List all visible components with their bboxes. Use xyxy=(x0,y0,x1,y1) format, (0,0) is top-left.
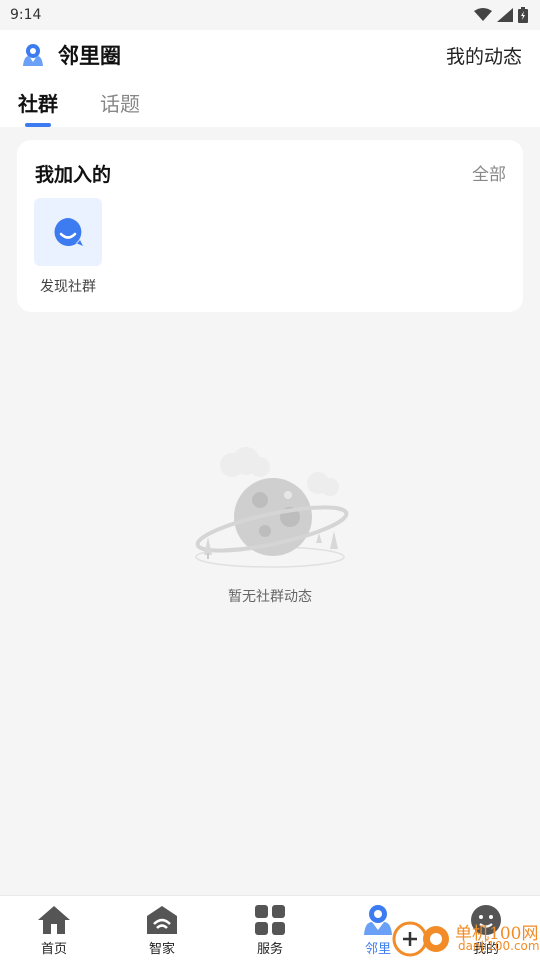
tab-topics[interactable]: 话题 xyxy=(100,88,140,117)
joined-groups-card: 我加入的 全部 发现社群 xyxy=(17,140,523,312)
discover-group-tile[interactable] xyxy=(34,198,102,266)
home-icon xyxy=(37,903,71,937)
planet-illustration xyxy=(195,447,349,568)
watermark: 单机100网 danji100.com xyxy=(390,915,540,960)
neighbor-logo-icon xyxy=(23,44,43,66)
nav-home[interactable]: 首页 xyxy=(0,896,108,960)
watermark-url: danji100.com xyxy=(458,939,540,953)
nav-services[interactable]: 服务 xyxy=(216,896,324,960)
empty-state-text: 暂无社群动态 xyxy=(228,589,312,605)
my-activity-link[interactable]: 我的动态 xyxy=(446,42,522,69)
nav-services-label: 服务 xyxy=(256,942,283,957)
battery-icon xyxy=(518,7,528,23)
nav-home-label: 首页 xyxy=(40,942,67,957)
watermark-logo-icon xyxy=(392,921,449,957)
page-title: 邻里圈 xyxy=(58,44,121,68)
nav-smart-home-label: 智家 xyxy=(148,942,175,957)
tab-bar-top: 社群 话题 xyxy=(18,88,140,117)
status-icons xyxy=(474,7,528,23)
discover-group-label[interactable]: 发现社群 xyxy=(17,276,119,296)
smart-home-icon xyxy=(145,903,179,937)
view-all-link[interactable]: 全部 xyxy=(472,160,506,185)
tab-community[interactable]: 社群 xyxy=(18,88,58,117)
chat-bubble-icon xyxy=(54,218,83,246)
title-row: 邻里圈 我的动态 xyxy=(0,30,540,80)
status-time: 9:14 xyxy=(10,7,42,23)
joined-groups-title: 我加入的 xyxy=(35,164,112,186)
wifi-icon xyxy=(474,8,492,21)
status-bar: 9:14 xyxy=(0,0,540,30)
grid-icon xyxy=(253,903,287,937)
app-title: 邻里圈 xyxy=(20,40,121,70)
nav-smart-home[interactable]: 智家 xyxy=(108,896,216,960)
header: 邻里圈 我的动态 社群 话题 xyxy=(0,30,540,127)
nav-neighbors-label: 邻里 xyxy=(364,942,391,957)
signal-icon xyxy=(497,8,513,22)
